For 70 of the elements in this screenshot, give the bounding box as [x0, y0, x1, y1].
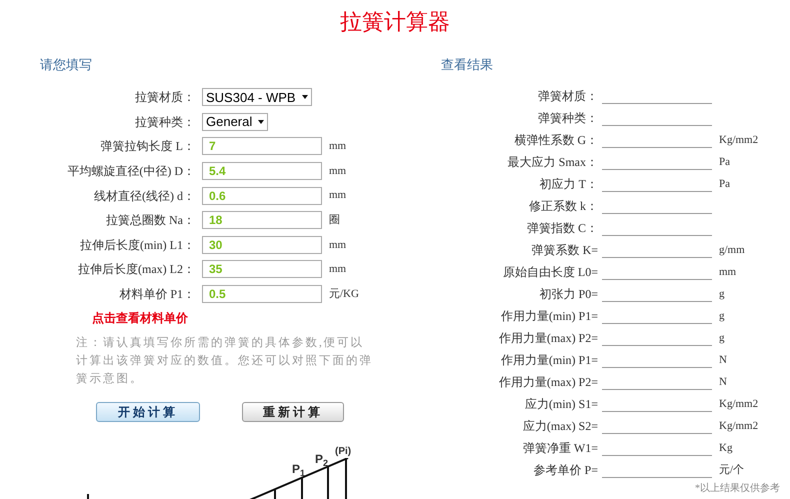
unit-label: Kg	[719, 440, 732, 456]
field-label: 弹簧系数 K=	[530, 242, 598, 259]
field-label: 线材直径(线径) d：	[93, 188, 195, 205]
diagram-label: (Pi)	[335, 445, 352, 460]
field-label: 修正系数 k：	[528, 198, 598, 215]
unit-label: g/mm	[719, 242, 745, 258]
input-field[interactable]: 30	[202, 236, 322, 254]
field-label: 作用力量(max) P2=	[498, 330, 598, 347]
field-label: 作用力量(min) P1=	[500, 352, 598, 369]
field-label: 拉簧材质：	[134, 89, 195, 106]
page-title: 拉簧计算器	[340, 8, 450, 36]
field-label: 参考单价 P=	[532, 462, 598, 479]
caret-icon	[302, 95, 308, 100]
field-label: 拉簧总圈数 Na：	[105, 212, 195, 230]
field-label: 拉伸后长度(max) L2：	[77, 261, 195, 278]
unit-label: N	[719, 352, 727, 368]
footnote-text: *以上结果仅供参考	[695, 482, 780, 496]
field-label: 作用力量(max) P2=	[498, 374, 598, 391]
unit-label: 元/KG	[329, 286, 359, 302]
input-field[interactable]: 7	[202, 137, 322, 156]
material-price-link[interactable]: 点击查看材料单价	[92, 309, 188, 328]
field-label: 横弹性系数 G：	[513, 132, 598, 149]
diagram-label: P$_{1}$	[292, 461, 306, 478]
field-label: 拉伸后长度(min) L1：	[79, 236, 195, 254]
unit-label: Pa	[719, 154, 730, 170]
unit-label: g	[719, 330, 724, 346]
unit-label: mm	[329, 238, 346, 253]
field-label: 初张力 P0=	[538, 286, 598, 303]
field-label: 弹簧指数 C：	[526, 220, 598, 237]
field-label: 最大应力 Smax：	[506, 154, 598, 171]
unit-label: mm	[329, 188, 346, 204]
unit-label: N	[719, 374, 727, 390]
calculate-button[interactable]: 开始计算	[96, 402, 200, 422]
section-heading: 请您填写	[40, 56, 92, 74]
unit-label: Kg/mm2	[719, 396, 758, 412]
field-label: 弹簧拉钩长度 L：	[100, 138, 195, 156]
input-field[interactable]: 0.6	[202, 186, 322, 205]
field-label: 平均螺旋直径(中径) D：	[66, 163, 195, 180]
diagram-label: P$_{2}$	[315, 451, 328, 468]
field-label: 拉簧种类：	[134, 114, 195, 131]
unit-label: Kg/mm2	[719, 418, 758, 434]
input-field[interactable]: 18	[202, 211, 322, 230]
unit-label: g	[719, 308, 724, 324]
unit-label: 元/个	[719, 462, 744, 478]
field-label: 作用力量(min) P1=	[500, 308, 598, 325]
note-text: 注：请认真填写你所需的弹簧的具体参数,便可以计算出该弹簧对应的数值。您还可以对照下面的弹簧示意图。	[76, 335, 374, 388]
field-label: 应力(max) S2=	[522, 418, 598, 435]
input-field[interactable]: 35	[202, 260, 322, 278]
field-label: 材料单价 P1：	[118, 286, 195, 304]
field-label: 弹簧材质：	[537, 88, 598, 105]
reset-button[interactable]: 重新计算	[242, 402, 344, 422]
unit-label: 圈	[329, 213, 340, 228]
unit-label: Pa	[719, 176, 730, 192]
field-label: 原始自由长度 L0=	[502, 264, 598, 281]
caret-icon	[258, 120, 264, 124]
dropdown[interactable]: SUS304 - WPB	[202, 88, 312, 106]
dropdown[interactable]: General	[202, 112, 268, 131]
unit-label: mm	[329, 262, 346, 278]
unit-label: mm	[719, 264, 736, 280]
unit-label: mm	[329, 164, 346, 179]
field-label: 初应力 T：	[538, 176, 598, 193]
input-field[interactable]: 5.4	[202, 162, 322, 180]
unit-label: mm	[329, 139, 346, 154]
field-label: 弹簧净重 W1=	[522, 440, 598, 457]
input-field[interactable]: 0.5	[202, 285, 322, 304]
unit-label: Kg/mm2	[719, 132, 758, 148]
section-heading: 查看结果	[441, 56, 493, 74]
field-label: 应力(min) S1=	[524, 396, 598, 413]
field-label: 弹簧种类：	[537, 110, 598, 127]
unit-label: g	[719, 286, 724, 302]
